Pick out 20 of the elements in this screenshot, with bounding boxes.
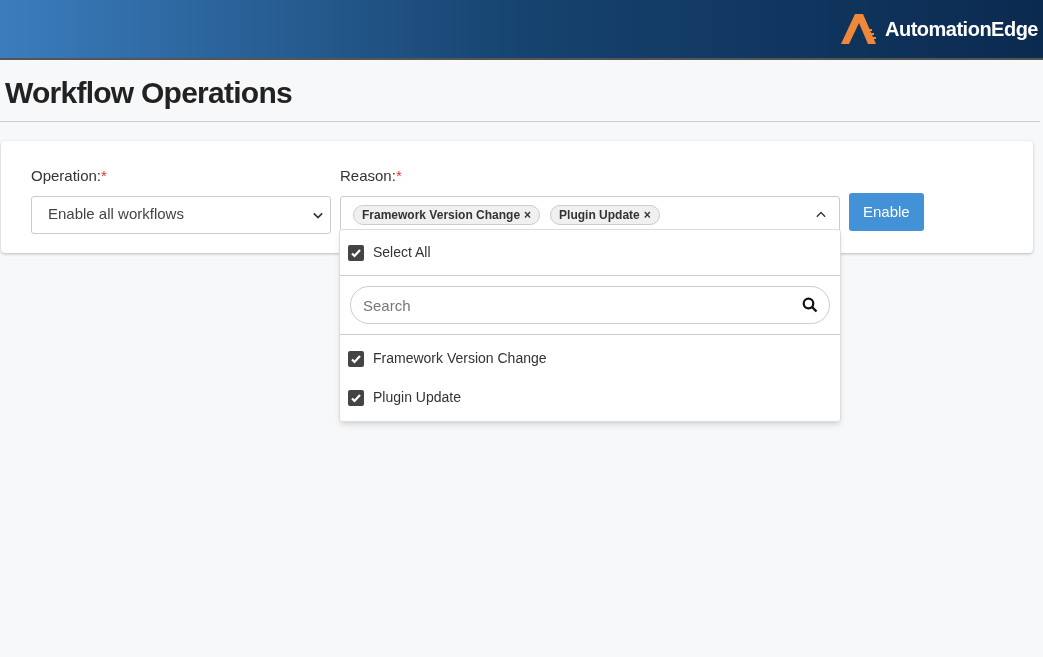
search-icon — [802, 297, 818, 313]
page-title: Workflow Operations — [0, 60, 1040, 122]
logo-text: AutomationEdge — [885, 17, 1038, 42]
option-label: Select All — [373, 243, 431, 262]
checkbox[interactable] — [348, 389, 364, 406]
search-field[interactable]: Search — [350, 286, 830, 324]
remove-tag-button[interactable]: × — [643, 205, 651, 224]
tag: Plugin Update × — [550, 204, 660, 225]
field-label: Reason:* — [340, 166, 403, 186]
dropdown-option[interactable]: Framework Version Change — [340, 339, 840, 378]
field-label: Operation:* — [31, 166, 108, 186]
dropdown-option[interactable]: Plugin Update — [340, 378, 840, 417]
option-label: Plugin Update — [373, 388, 461, 407]
select-all-option[interactable]: Select All — [340, 230, 840, 276]
option-label: Framework Version Change — [373, 349, 547, 368]
remove-tag-button[interactable]: × — [524, 205, 532, 224]
checkbox[interactable] — [348, 244, 364, 261]
operation-select[interactable]: Enable all workflows — [31, 195, 331, 234]
checkbox[interactable] — [348, 350, 364, 367]
tag: Framework Version Change × — [353, 204, 541, 225]
